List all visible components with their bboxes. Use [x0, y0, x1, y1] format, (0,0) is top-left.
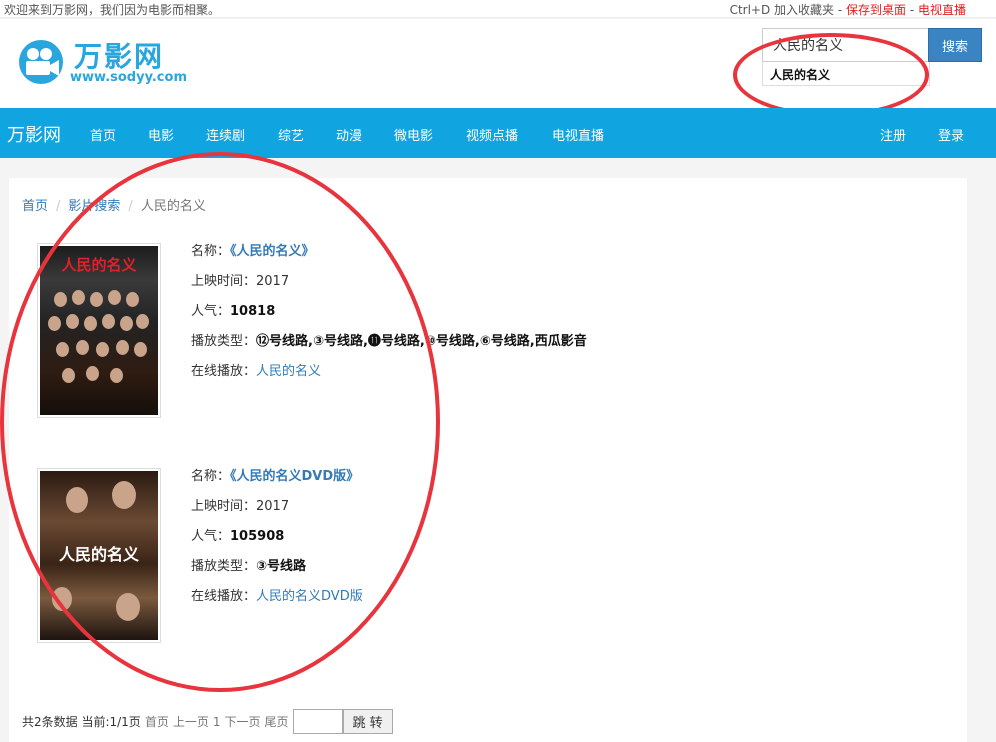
poster-image: 人民的名义: [40, 471, 158, 640]
popularity-value: 105908: [230, 529, 285, 544]
result-name-row: 名称：《人民的名义》: [191, 244, 315, 259]
result-release-row: 上映时间：2017: [191, 499, 290, 514]
logo-title[interactable]: 万影网: [74, 35, 164, 75]
nav-item-series[interactable]: 连续剧: [206, 125, 245, 144]
result-title-link[interactable]: 《人民的名义》: [230, 244, 315, 259]
online-play-link[interactable]: 人民的名义DVD版: [256, 589, 363, 604]
breadcrumb-home[interactable]: 首页: [22, 199, 48, 214]
main-nav: 万影网 首页 电影 连续剧 综艺 动漫 微电影 视频点播 电视直播 注册 登录: [0, 108, 996, 158]
play-types: ⑫号线路,③号线路,⓫号线路,⑩号线路,⑥号线路,西瓜影音: [256, 334, 587, 349]
nav-item-movies[interactable]: 电影: [148, 125, 174, 144]
result-name-row: 名称：《人民的名义DVD版》: [191, 469, 360, 484]
poster-image: 人民的名义: [40, 246, 158, 415]
page-jump-input[interactable]: [292, 709, 343, 734]
save-desktop-link[interactable]: 保存到桌面: [846, 3, 906, 17]
nav-item-variety[interactable]: 综艺: [278, 125, 304, 144]
poster-title: 人民的名义: [61, 256, 137, 274]
separator: -: [906, 3, 918, 17]
pager-summary: 共2条数据 当前:1/1页: [22, 715, 141, 729]
result-popularity-row: 人气：10818: [191, 304, 276, 319]
result-info: 名称：《人民的名义DVD版》 上映时间：2017 人气：105908 播放类型：…: [191, 468, 363, 618]
result-online-row: 在线播放：人民的名义DVD版: [191, 589, 363, 604]
result-type-row: 播放类型：⑫号线路,③号线路,⓫号线路,⑩号线路,⑥号线路,西瓜影音: [191, 334, 587, 349]
top-links: Ctrl+D 加入收藏夹 - 保存到桌面 - 电视直播: [730, 1, 966, 18]
nav-item-live-tv[interactable]: 电视直播: [552, 125, 604, 144]
movie-poster[interactable]: 人民的名义: [37, 468, 161, 643]
breadcrumb-search[interactable]: 影片搜索: [68, 199, 120, 214]
result-title-link[interactable]: 《人民的名义DVD版》: [230, 469, 359, 484]
nav-brand[interactable]: 万影网: [7, 121, 61, 147]
top-bar: 欢迎来到万影网，我们因为电影而相聚。 Ctrl+D 加入收藏夹 - 保存到桌面 …: [0, 0, 996, 18]
search-result: 人民的名义 名称：《人民的名义》 上映时间：2017 人气：10818 播放类型…: [0, 243, 996, 433]
poster-title: 人民的名义: [58, 545, 139, 564]
bookmark-hint: Ctrl+D 加入收藏夹 -: [729, 3, 846, 17]
register-link[interactable]: 注册: [880, 125, 906, 144]
search-button[interactable]: 搜索: [928, 28, 982, 62]
pager-next[interactable]: 下一页: [224, 713, 260, 730]
play-types: ③号线路: [256, 559, 307, 574]
nav-item-vod[interactable]: 视频点播: [466, 125, 518, 144]
poster-cast: [46, 286, 152, 396]
online-play-link[interactable]: 人民的名义: [256, 364, 321, 379]
pager-page[interactable]: 1: [213, 715, 221, 729]
pager-last[interactable]: 尾页: [265, 713, 289, 730]
welcome-text: 欢迎来到万影网，我们因为电影而相聚。: [4, 3, 221, 17]
login-link[interactable]: 登录: [938, 125, 964, 144]
pagination: 共2条数据 当前:1/1页 首页 上一页 1 下一页 尾页 跳 转: [22, 709, 393, 734]
poster-cast: [46, 477, 152, 621]
result-release-row: 上映时间：2017: [191, 274, 290, 289]
result-info: 名称：《人民的名义》 上映时间：2017 人气：10818 播放类型：⑫号线路,…: [191, 243, 587, 393]
search-suggestion[interactable]: 人民的名义: [762, 62, 930, 86]
search-result: 人民的名义 名称：《人民的名义DVD版》 上映时间：2017 人气：105908…: [0, 468, 996, 658]
pager-prev[interactable]: 上一页: [173, 713, 209, 730]
film-camera-logo-icon[interactable]: [14, 39, 68, 85]
nav-item-home[interactable]: 首页: [90, 125, 116, 144]
release-year: 2017: [256, 274, 290, 289]
logo-url: www.sodyy.com: [70, 70, 187, 85]
breadcrumb-separator: /: [56, 199, 61, 214]
result-popularity-row: 人气：105908: [191, 529, 285, 544]
search-input[interactable]: [762, 28, 928, 62]
result-type-row: 播放类型：③号线路: [191, 559, 307, 574]
result-online-row: 在线播放：人民的名义: [191, 364, 322, 379]
nav-item-micro-film[interactable]: 微电影: [394, 125, 433, 144]
live-tv-link[interactable]: 电视直播: [918, 3, 966, 17]
movie-poster[interactable]: 人民的名义: [37, 243, 161, 418]
nav-item-anime[interactable]: 动漫: [336, 125, 362, 144]
breadcrumb: 首页 / 影片搜索 / 人民的名义: [22, 195, 206, 214]
pager-first[interactable]: 首页: [145, 713, 169, 730]
breadcrumb-current: 人民的名义: [140, 199, 206, 214]
breadcrumb-separator: /: [128, 199, 133, 214]
popularity-value: 10818: [230, 304, 276, 319]
release-year: 2017: [256, 499, 290, 514]
page-jump-button[interactable]: 跳 转: [342, 709, 393, 734]
